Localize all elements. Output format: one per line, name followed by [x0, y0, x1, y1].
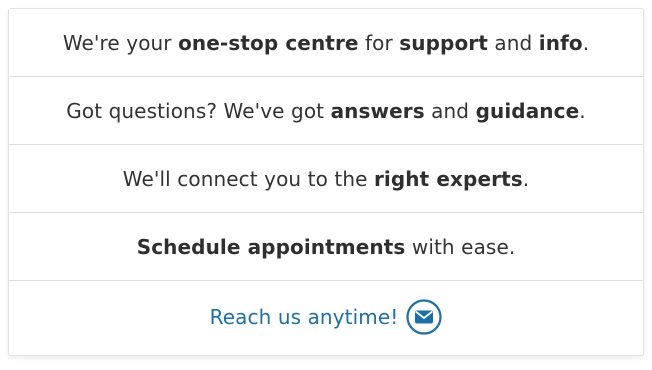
- info-row-experts: We'll connect you to the right experts.: [9, 145, 643, 213]
- row1-part5: and: [487, 30, 539, 55]
- row1-part1: We're your: [62, 30, 179, 55]
- row1-part6: info: [538, 30, 583, 55]
- row3-part2: right experts: [373, 166, 523, 191]
- row2-part3: and: [424, 98, 476, 123]
- reach-us-label: Reach us anytime!: [209, 305, 399, 329]
- reach-us-link[interactable]: Reach us anytime!: [210, 299, 443, 335]
- row1-part3: for: [358, 30, 400, 55]
- info-panel: We're your one-stop centre for support a…: [8, 8, 644, 356]
- row1-part4: support: [399, 30, 488, 55]
- info-row-appointments: Schedule appointments with ease.: [9, 213, 643, 281]
- row2-part5: .: [579, 98, 586, 123]
- row3-part3: .: [522, 166, 530, 191]
- envelope-icon[interactable]: [406, 299, 442, 335]
- row4-part1: Schedule appointments: [136, 234, 406, 259]
- row3-part1: We'll connect you to the: [122, 166, 374, 191]
- info-row-questions: Got questions? We've got answers and gui…: [9, 77, 643, 145]
- cta-row: Reach us anytime!: [9, 281, 643, 353]
- row1-part7: .: [582, 30, 590, 55]
- row2-part1: Got questions? We've got: [66, 98, 331, 123]
- info-row-one-stop: We're your one-stop centre for support a…: [9, 9, 643, 77]
- row4-part2: with ease.: [405, 234, 516, 259]
- row2-part2: answers: [330, 98, 425, 123]
- row2-part4: guidance: [475, 98, 580, 123]
- row1-part2: one-stop centre: [178, 30, 359, 55]
- envelope-icon-svg: [406, 299, 442, 335]
